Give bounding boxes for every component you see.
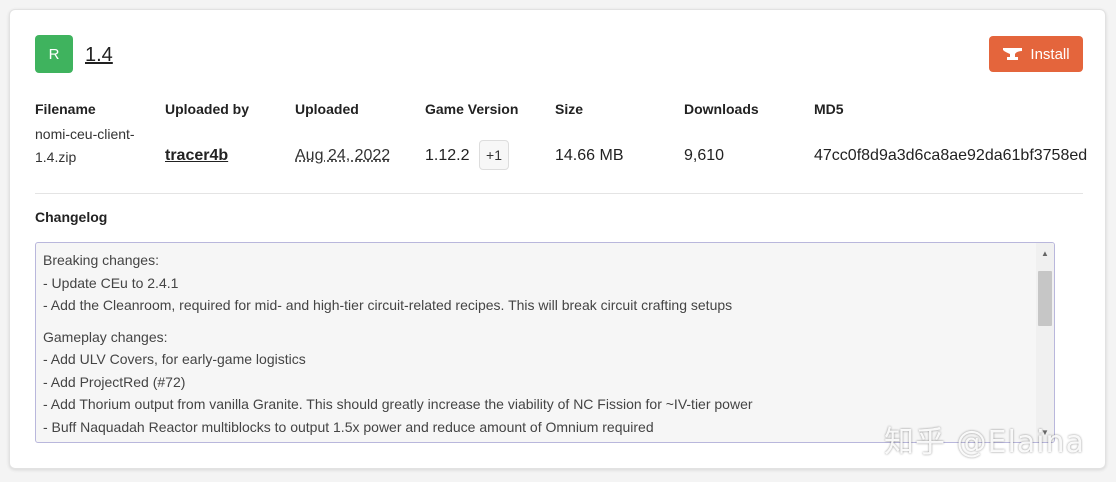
changelog-item: - Update CEu to 2.4.1 <box>43 274 179 291</box>
divider <box>35 193 1083 194</box>
changelog-text: Breaking changes: - Update CEu to 2.4.1 … <box>43 249 1033 442</box>
watermark: 知乎 @Elaina <box>884 425 1085 460</box>
anvil-icon <box>1002 46 1024 62</box>
md5-value: 47cc0f8d9a3d6ca8ae92da61bf3758ed <box>814 147 1088 164</box>
changelog-title: Changelog <box>35 209 108 225</box>
size-column: Size <box>555 101 583 121</box>
file-card: R 1.4 Install Filename nomi-ceu-client- … <box>9 9 1106 469</box>
size-header: Size <box>555 101 584 117</box>
uploaded-header: Uploaded <box>295 101 359 117</box>
changelog-box[interactable]: Breaking changes: - Update CEu to 2.4.1 … <box>35 242 1055 443</box>
game-version-header: Game Version <box>425 101 519 117</box>
filename-line-2: 1.4.zip <box>35 149 77 165</box>
uploader-link[interactable]: tracer4b <box>165 147 228 165</box>
changelog-section-breaking: Breaking changes: - Update CEu to 2.4.1 … <box>43 249 1033 317</box>
scrollbar-thumb[interactable] <box>1038 271 1052 326</box>
install-button[interactable]: Install <box>989 36 1083 72</box>
upload-date: Aug 24, 2022 <box>295 147 391 164</box>
install-label: Install <box>1030 45 1070 63</box>
uploaded-by-column: Uploaded by <box>165 101 249 121</box>
filename-column: Filename nomi-ceu-client- 1.4.zip <box>35 101 150 169</box>
changelog-item: - Add ULV Covers, for early-game logisti… <box>43 351 306 367</box>
uploaded-column: Uploaded <box>295 101 359 121</box>
filename-header: Filename <box>35 101 96 117</box>
game-version-value: 1.12.2 <box>425 147 470 164</box>
avatar: R <box>35 35 73 73</box>
md5-column: MD5 <box>814 101 844 121</box>
triangle-up-icon[interactable]: ▲ <box>1036 245 1054 261</box>
filename-value: nomi-ceu-client- 1.4.zip <box>35 123 150 169</box>
changelog-heading: Breaking changes: <box>43 252 159 268</box>
changelog-item: - Add the Cleanroom, required for mid- a… <box>43 297 733 313</box>
changelog-heading: Gameplay changes: <box>43 328 168 345</box>
more-versions-button[interactable]: +1 <box>479 140 509 170</box>
avatar-letter: R <box>48 45 60 63</box>
version-link[interactable]: 1.4 <box>85 44 113 67</box>
changelog-item: - Add ProjectRed (#72) <box>43 373 186 390</box>
changelog-scrollbar[interactable]: ▲ ▼ <box>1036 243 1054 442</box>
filename-line-1: nomi-ceu-client- <box>35 126 135 142</box>
md5-header: MD5 <box>814 101 844 117</box>
downloads-value: 9,610 <box>684 147 725 164</box>
game-version-column: Game Version <box>425 101 518 121</box>
changelog-item: - Add Thorium output from vanilla Granit… <box>43 396 753 412</box>
downloads-column: Downloads <box>684 101 759 121</box>
downloads-header: Downloads <box>684 101 759 117</box>
uploaded-by-header: Uploaded by <box>165 101 250 117</box>
size-value: 14.66 MB <box>555 147 624 164</box>
